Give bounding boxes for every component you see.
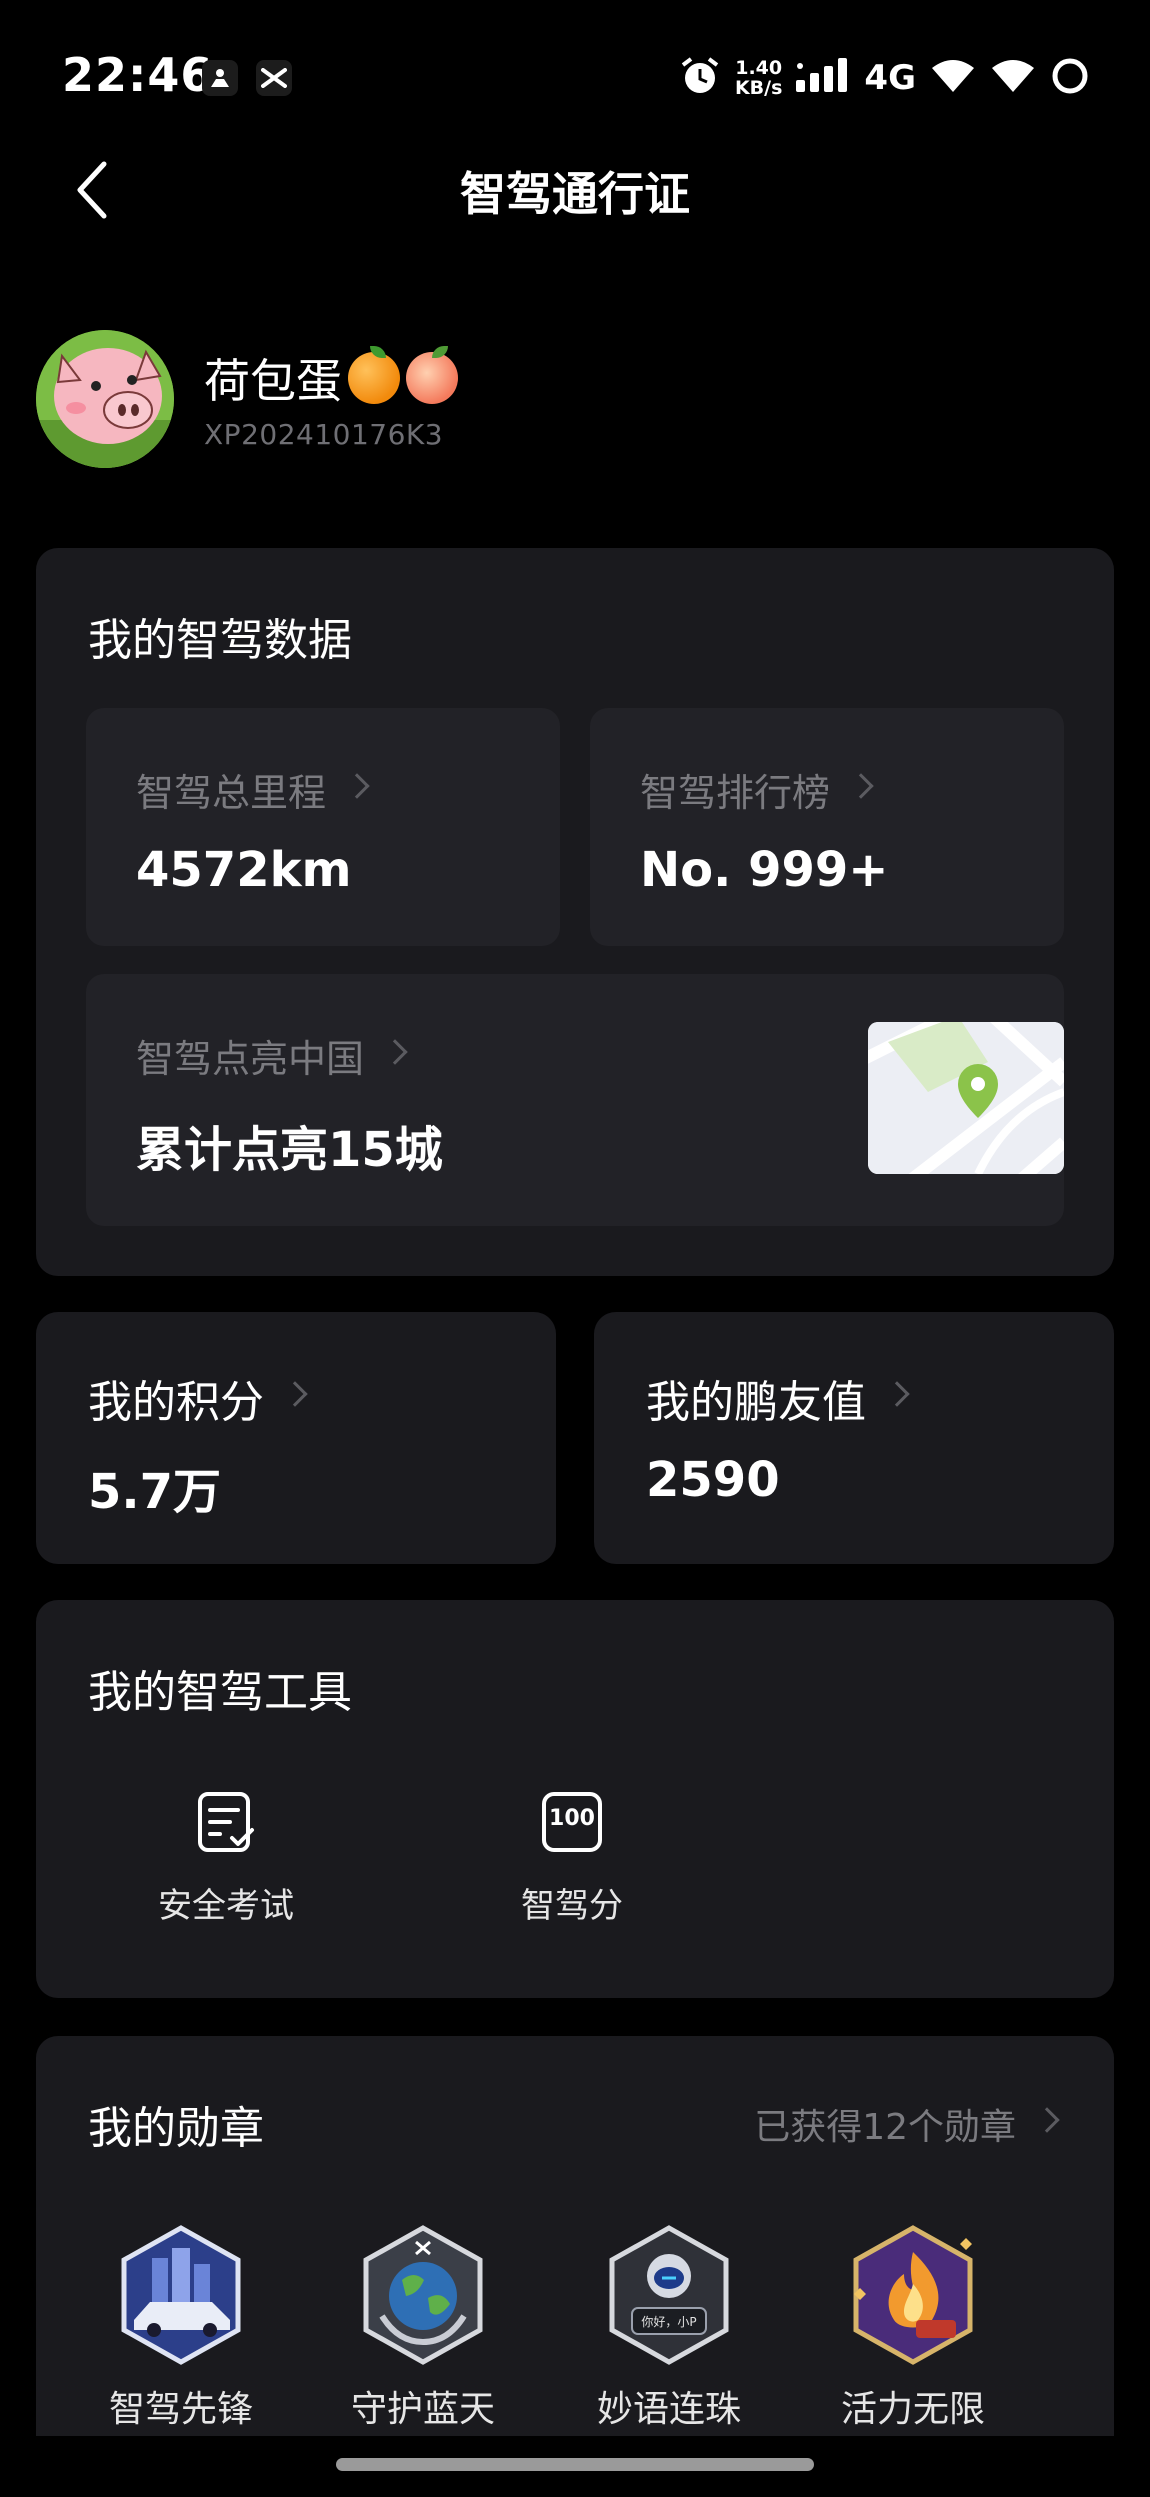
tangerine-emoji-icon [348,346,400,404]
points-value: 5.7万 [88,1464,222,1520]
friend-value-label: 我的鹏友值 [646,1366,910,1430]
score-100-text: 100 [549,1806,595,1831]
ranking-label: 智驾排行榜 [640,762,874,817]
section-title: 我的勋章 [88,2103,264,2154]
badge-label: 活力无限 [840,2389,985,2430]
tool-label: 智驾分 [521,1886,623,1926]
badge-bubble-text: 你好，小P [641,2315,697,2329]
badges-card: 我的勋章 已获得12个勋章 智驾先锋 守护蓝天 你好，小P 妙语连珠 活力无限 [36,2036,1114,2497]
tool-safety-exam[interactable]: 安全考试 [136,1790,316,1927]
section-title: 我的智驾工具 [88,1667,352,1718]
network-speed: 1.40 KB/s [734,57,783,99]
tool-driving-score[interactable]: 100 智驾分 [482,1790,662,1927]
points-label: 我的积分 [88,1366,308,1430]
status-time: 22:46 [62,48,214,102]
badge-item[interactable]: 守护蓝天 [328,2224,518,2432]
ranking-card[interactable]: 智驾排行榜 No. 999+ [590,708,1064,946]
chevron-right-icon [1034,2107,1060,2133]
tools-card: 我的智驾工具 安全考试 100 智驾分 [36,1600,1114,1998]
points-card[interactable]: 我的积分 5.7万 [36,1312,556,1564]
chevron-right-icon [848,772,874,799]
chevron-right-icon [382,1038,408,1065]
mileage-value: 4572km [136,842,352,898]
ranking-value: No. 999+ [640,842,889,898]
peach-emoji-icon [406,346,458,404]
alarm-icon [679,55,721,101]
driving-data-card: 我的智驾数据 智驾总里程 4572km 智驾排行榜 No. 999+ 智驾点亮中… [36,548,1114,1276]
wifi-icon [990,58,1036,98]
friend-value-card[interactable]: 我的鹏友值 2590 [594,1312,1114,1564]
profile-id: XP202410176K3 [204,418,444,451]
x-logo-icon [256,60,292,96]
wifi-icon [930,58,976,98]
nav-bar: 智驾通行证 [0,140,1150,240]
mileage-card[interactable]: 智驾总里程 4572km [86,708,560,946]
badge-item[interactable]: 活力无限 [818,2224,1008,2432]
network-type: 4G [864,58,916,98]
map-thumbnail[interactable] [868,1022,1064,1174]
cities-card[interactable]: 智驾点亮中国 累计点亮15城 [86,974,1064,1226]
profile-name: 荷包蛋 [204,345,458,411]
car-city-badge-icon [116,2224,246,2366]
person-icon [202,60,238,96]
page-title: 智驾通行证 [460,167,690,221]
avatar[interactable] [36,330,174,468]
badge-item[interactable]: 智驾先锋 [86,2224,276,2432]
cities-value: 累计点亮15城 [136,1122,443,1178]
badges-summary-link[interactable]: 已获得12个勋章 [754,2098,1060,2150]
chevron-right-icon [344,772,370,799]
badge-label: 妙语连珠 [596,2389,741,2430]
friend-value-value: 2590 [646,1452,780,1508]
tool-label: 安全考试 [158,1886,294,1926]
chevron-right-icon [282,1381,308,1407]
flame-badge-icon [848,2224,978,2366]
badge-label: 智驾先锋 [108,2389,253,2430]
home-indicator[interactable] [336,2458,814,2471]
cities-label: 智驾点亮中国 [136,1028,408,1083]
badge-label: 守护蓝天 [350,2389,495,2430]
mileage-label: 智驾总里程 [136,762,370,817]
astronaut-badge-icon: 你好，小P [604,2224,734,2366]
section-title: 我的智驾数据 [88,615,352,666]
status-bar: 22:46 1.40 KB/s 4G [0,0,1150,150]
badge-item[interactable]: 你好，小P 妙语连珠 [574,2224,764,2432]
checklist-icon [194,1790,258,1854]
score-100-icon: 100 [540,1790,604,1854]
signal-icon [796,58,850,98]
chevron-right-icon [884,1381,910,1407]
earth-badge-icon [358,2224,488,2366]
battery-ring-icon [1050,56,1090,100]
